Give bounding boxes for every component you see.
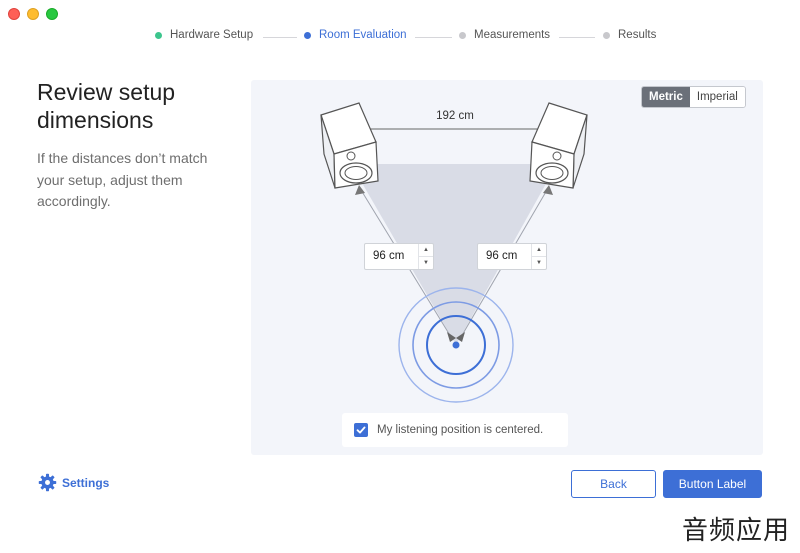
window-controls xyxy=(8,8,58,20)
step-pending-dot-icon xyxy=(603,31,610,39)
step-label: Measurements xyxy=(474,29,551,41)
app-window: Hardware Setup Room Evaluation Measureme… xyxy=(0,0,800,553)
increment-arrow-icon[interactable]: ▲ xyxy=(532,244,546,256)
left-speaker-icon xyxy=(320,102,379,189)
gear-icon xyxy=(38,473,57,492)
metric-toggle[interactable]: Metric xyxy=(642,87,690,107)
step-label: Results xyxy=(618,29,657,41)
step-hardware-setup[interactable]: Hardware Setup xyxy=(155,29,253,41)
right-speaker-icon xyxy=(529,102,588,189)
settings-link[interactable]: Settings xyxy=(38,473,109,492)
stepper-arrows: ▲ ▼ xyxy=(418,244,433,269)
back-button[interactable]: Back xyxy=(571,470,656,498)
checkmark-icon xyxy=(356,426,366,434)
zoom-window-button[interactable] xyxy=(46,8,58,20)
step-active-dot-icon xyxy=(304,31,311,39)
decrement-arrow-icon[interactable]: ▼ xyxy=(532,256,546,269)
step-connector xyxy=(263,37,297,38)
stepper-arrows: ▲ ▼ xyxy=(531,244,546,269)
centered-position-option[interactable]: My listening position is centered. xyxy=(342,413,568,447)
imperial-toggle[interactable]: Imperial xyxy=(689,87,745,107)
left-distance-input[interactable]: 96 cm xyxy=(365,244,418,269)
right-distance-stepper: 96 cm ▲ ▼ xyxy=(477,243,547,270)
listener-position-icon xyxy=(452,341,460,349)
close-window-button[interactable] xyxy=(8,8,20,20)
step-pending-dot-icon xyxy=(459,31,466,39)
primary-button[interactable]: Button Label xyxy=(663,470,762,498)
left-distance-stepper: 96 cm ▲ ▼ xyxy=(364,243,434,270)
centered-checkbox[interactable] xyxy=(354,423,368,437)
room-diagram-panel: Metric Imperial 192 cm 96 cm ▲ ▼ 96 cm ▲… xyxy=(251,80,763,455)
step-room-evaluation[interactable]: Room Evaluation xyxy=(304,29,407,41)
unit-toggle: Metric Imperial xyxy=(641,86,746,108)
speaker-distance-label: 192 cm xyxy=(436,110,474,122)
minimize-window-button[interactable] xyxy=(27,8,39,20)
step-label: Hardware Setup xyxy=(170,29,254,41)
right-distance-input[interactable]: 96 cm xyxy=(478,244,531,269)
watermark-text: 音频应用 xyxy=(681,516,790,546)
page-title: Review setup dimensions xyxy=(37,79,176,133)
increment-arrow-icon[interactable]: ▲ xyxy=(419,244,433,256)
step-label: Room Evaluation xyxy=(319,29,407,41)
step-done-dot-icon xyxy=(155,31,162,39)
page-description: If the distances don’t match your setup,… xyxy=(37,150,208,209)
step-connector xyxy=(415,37,452,38)
decrement-arrow-icon[interactable]: ▼ xyxy=(419,256,433,269)
progress-steps: Hardware Setup Room Evaluation Measureme… xyxy=(0,29,800,45)
centered-checkbox-label: My listening position is centered. xyxy=(377,424,544,436)
step-results[interactable]: Results xyxy=(603,29,656,41)
settings-label: Settings xyxy=(62,475,110,490)
step-measurements[interactable]: Measurements xyxy=(459,29,550,41)
step-connector xyxy=(559,37,595,38)
